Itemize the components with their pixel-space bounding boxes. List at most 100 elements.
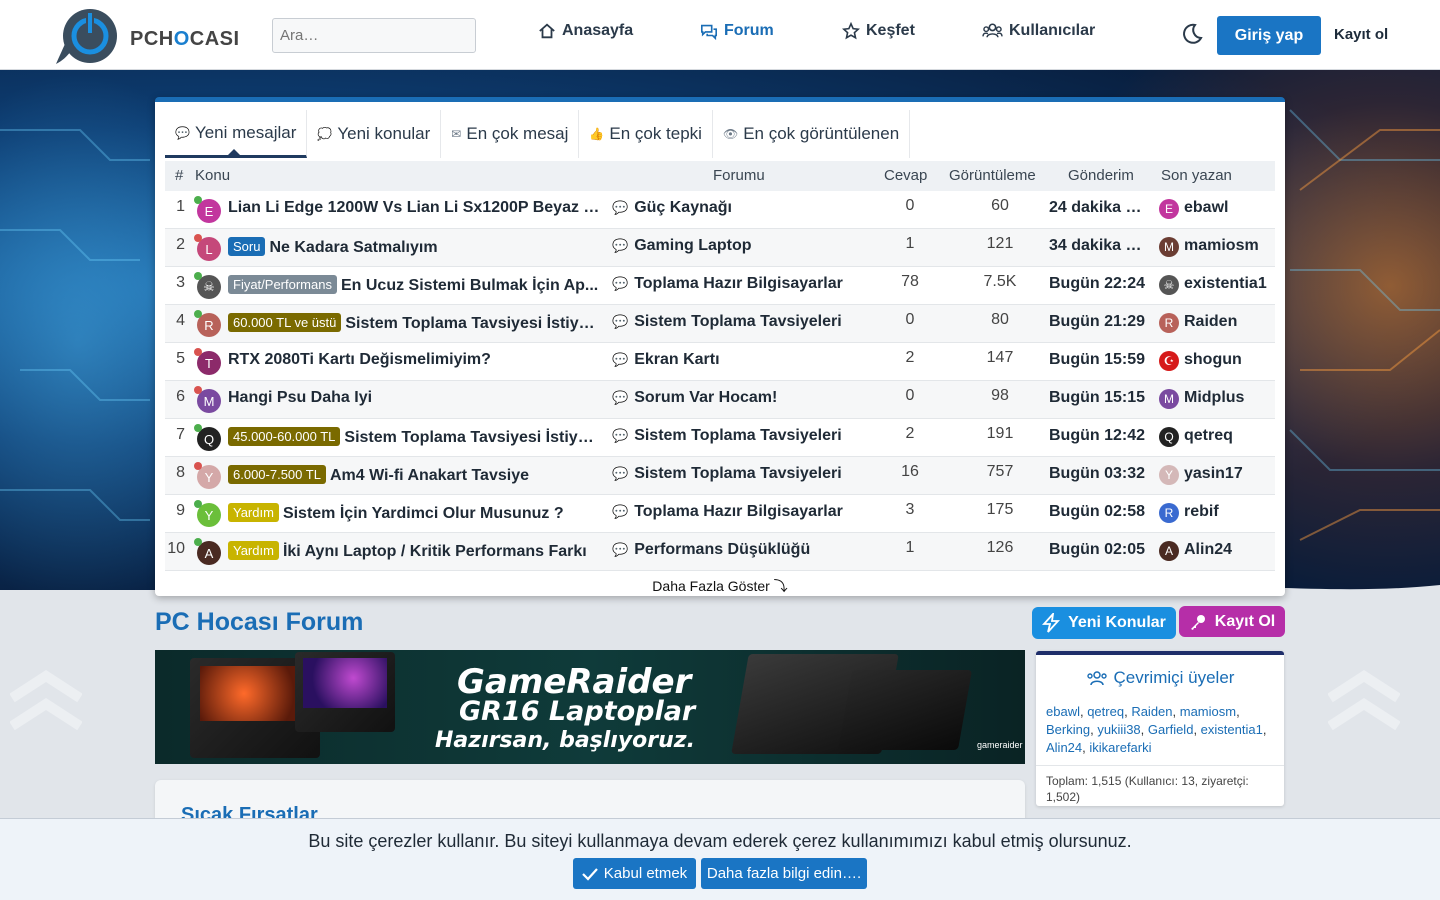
tab-new-topics[interactable]: 💭 Yeni konular — [307, 110, 442, 158]
cookie-info-button[interactable]: Daha fazla bilgi edin…. — [701, 858, 867, 889]
topic-prefix-badge[interactable]: Yardım — [228, 503, 279, 522]
last-poster-avatar[interactable]: A — [1159, 541, 1179, 561]
last-poster-name[interactable]: existentia1 — [1184, 275, 1267, 293]
table-row[interactable]: 6 M Hangi Psu Daha Iyi 💬 Sorum Var Hocam! 0 98… — [165, 381, 1275, 419]
nav-home[interactable]: Anasayfa — [538, 22, 633, 40]
post-time[interactable]: Bugün 02:58 — [1049, 503, 1145, 521]
last-poster-avatar[interactable]: R — [1159, 503, 1179, 523]
tab-new-messages[interactable]: 💬 Yeni mesajlar — [165, 110, 308, 158]
post-time[interactable]: Bugün 03:32 — [1049, 465, 1145, 483]
register-link[interactable]: Kayıt ol — [1334, 26, 1388, 43]
online-user-link[interactable]: Raiden — [1131, 704, 1172, 719]
nav-forum[interactable]: Forum — [700, 22, 774, 40]
forum-link[interactable]: 💬 Gaming Laptop — [612, 237, 752, 255]
forum-link[interactable]: 💬 Güç Kaynağı — [612, 199, 732, 217]
post-time[interactable]: Bugün 02:05 — [1049, 541, 1145, 559]
post-time[interactable]: Bugün 21:29 — [1049, 313, 1145, 331]
topic-title[interactable]: Hangi Psu Daha Iyi — [228, 389, 600, 407]
ad-banner[interactable]: GameRaider GR16 Laptoplar Hazırsan, başl… — [155, 650, 1025, 764]
online-user-link[interactable]: existentia1 — [1201, 722, 1263, 737]
online-user-link[interactable]: qetreq — [1087, 704, 1124, 719]
online-user-link[interactable]: Garfield — [1148, 722, 1194, 737]
forum-link[interactable]: 💬 Toplama Hazır Bilgisayarlar — [612, 503, 843, 521]
new-topics-button[interactable]: Yeni Konular — [1032, 607, 1176, 639]
forum-link[interactable]: 💬 Ekran Kartı — [612, 351, 720, 369]
last-poster-avatar[interactable]: E — [1159, 199, 1179, 219]
online-user-link[interactable]: ikikarefarki — [1089, 740, 1151, 755]
forum-link[interactable]: 💬 Toplama Hazır Bilgisayarlar — [612, 275, 843, 293]
table-row[interactable]: 1 E Lian Li Edge 1200W Vs Lian Li Sx1200P … — [165, 191, 1275, 229]
topic-title[interactable]: Lian Li Edge 1200W Vs Lian Li Sx1200P Be… — [228, 199, 600, 217]
topic-title[interactable]: 45.000-60.000 TL Sistem Toplama Tavsiyesi… — [228, 427, 600, 447]
table-row[interactable]: 7 Q 45.000-60.000 TL Sistem Toplama Tavsiye… — [165, 419, 1275, 457]
topic-title[interactable]: Fiyat/Performans En Ucuz Sistemi Bulmak İ… — [228, 275, 600, 295]
last-poster-name[interactable]: ebawl — [1184, 199, 1228, 217]
online-user-list: ebawl, qetreq, Raiden, mamiosm, Berking,… — [1046, 704, 1267, 755]
last-poster-name[interactable]: Raiden — [1184, 313, 1237, 331]
key-icon — [1190, 614, 1205, 630]
table-row[interactable]: 10 A Yardım İki Aynı Laptop / Kritik Perfor… — [165, 533, 1275, 571]
last-poster-name[interactable]: qetreq — [1184, 427, 1233, 445]
online-user-link[interactable]: yukiii38 — [1097, 722, 1140, 737]
topic-title[interactable]: Yardım Sistem İçin Yardimci Olur Musunuz … — [228, 503, 600, 523]
topic-title[interactable]: 6.000-7.500 TL Am4 Wi-fi Anakart Tavsiye — [228, 465, 600, 485]
online-user-link[interactable]: ebawl — [1046, 704, 1080, 719]
online-user-link[interactable]: mamiosm — [1180, 704, 1236, 719]
post-time[interactable]: 24 dakika önce — [1049, 199, 1145, 217]
forum-link[interactable]: 💬 Sistem Toplama Tavsiyeleri — [612, 465, 842, 483]
table-row[interactable]: 9 Y Yardım Sistem İçin Yardimci Olur Musunu… — [165, 495, 1275, 533]
login-button[interactable]: Giriş yap — [1217, 16, 1321, 55]
last-poster-name[interactable]: mamiosm — [1184, 237, 1259, 255]
dark-mode-icon[interactable] — [1180, 22, 1204, 46]
last-poster-name[interactable]: shogun — [1184, 351, 1242, 369]
forum-link[interactable]: 💬 Sorum Var Hocam! — [612, 389, 777, 407]
topic-prefix-badge[interactable]: Soru — [228, 237, 266, 256]
tab-most-reactions[interactable]: 👍 En çok tepki — [579, 110, 713, 158]
site-logo[interactable]: PCHOCASI — [48, 6, 239, 68]
last-poster-avatar[interactable]: R — [1159, 313, 1179, 333]
topic-title[interactable]: Soru Ne Kadara Satmalıyım — [228, 237, 600, 257]
tab-most-viewed[interactable]: 👁 En çok görüntülenen — [713, 110, 911, 158]
topic-prefix-badge[interactable]: Fiyat/Performans — [228, 275, 337, 294]
post-time[interactable]: Bugün 15:59 — [1049, 351, 1145, 369]
tab-most-messages[interactable]: ✉ En çok mesaj — [441, 110, 580, 158]
last-poster-name[interactable]: yasin17 — [1184, 465, 1243, 483]
post-time[interactable]: Bugün 12:42 — [1049, 427, 1145, 445]
table-row[interactable]: 4 R 60.000 TL ve üstü Sistem Toplama Tavsiy… — [165, 305, 1275, 343]
last-poster-avatar[interactable]: M — [1159, 389, 1179, 409]
search-input[interactable] — [272, 18, 476, 53]
last-poster-avatar[interactable]: ☪ — [1159, 351, 1179, 371]
nav-users[interactable]: Kullanıcılar — [982, 22, 1095, 40]
last-poster-avatar[interactable]: Y — [1159, 465, 1179, 485]
last-poster-name[interactable]: Alin24 — [1184, 541, 1232, 559]
nav-explore[interactable]: Keşfet — [842, 22, 915, 40]
post-time[interactable]: Bugün 22:24 — [1049, 275, 1145, 293]
last-poster-name[interactable]: rebif — [1184, 503, 1219, 521]
show-more-link[interactable]: Daha Fazla Göster ⤵ — [155, 576, 1285, 596]
post-time[interactable]: Bugün 15:15 — [1049, 389, 1145, 407]
table-row[interactable]: 3 ☠ Fiyat/Performans En Ucuz Sistemi Bulmak… — [165, 267, 1275, 305]
last-poster-avatar[interactable]: Q — [1159, 427, 1179, 447]
online-user-link[interactable]: Alin24 — [1046, 740, 1082, 755]
topic-prefix-badge[interactable]: Yardım — [228, 541, 279, 560]
topic-prefix-badge[interactable]: 45.000-60.000 TL — [228, 427, 341, 446]
last-poster-avatar[interactable]: M — [1159, 237, 1179, 257]
register-button[interactable]: Kayıt Ol — [1179, 606, 1285, 637]
post-time[interactable]: 34 dakika önce — [1049, 237, 1145, 255]
last-poster-name[interactable]: Midplus — [1184, 389, 1244, 407]
table-row[interactable]: 8 Y 6.000-7.500 TL Am4 Wi-fi Anakart Tavsiy… — [165, 457, 1275, 495]
topic-title[interactable]: RTX 2080Ti Kartı Değismelimiyim? — [228, 351, 600, 369]
online-user-link[interactable]: Berking — [1046, 722, 1090, 737]
topic-title[interactable]: Yardım İki Aynı Laptop / Kritik Performan… — [228, 541, 600, 561]
cookie-accept-button[interactable]: Kabul etmek — [573, 858, 696, 889]
banner-laptop-4 — [837, 670, 973, 750]
table-row[interactable]: 2 L Soru Ne Kadara Satmalıyım 💬 Gaming Laptop… — [165, 229, 1275, 267]
table-row[interactable]: 5 T RTX 2080Ti Kartı Değismelimiyim? 💬 Ekran… — [165, 343, 1275, 381]
last-poster-avatar[interactable]: ☠ — [1159, 275, 1179, 295]
forum-link[interactable]: 💬 Sistem Toplama Tavsiyeleri — [612, 313, 842, 331]
forum-link[interactable]: 💬 Performans Düşüklüğü — [612, 541, 810, 559]
forum-link[interactable]: 💬 Sistem Toplama Tavsiyeleri — [612, 427, 842, 445]
topic-title[interactable]: 60.000 TL ve üstü Sistem Toplama Tavsiyes… — [228, 313, 600, 333]
topic-prefix-badge[interactable]: 6.000-7.500 TL — [228, 465, 326, 484]
topic-prefix-badge[interactable]: 60.000 TL ve üstü — [228, 313, 342, 332]
